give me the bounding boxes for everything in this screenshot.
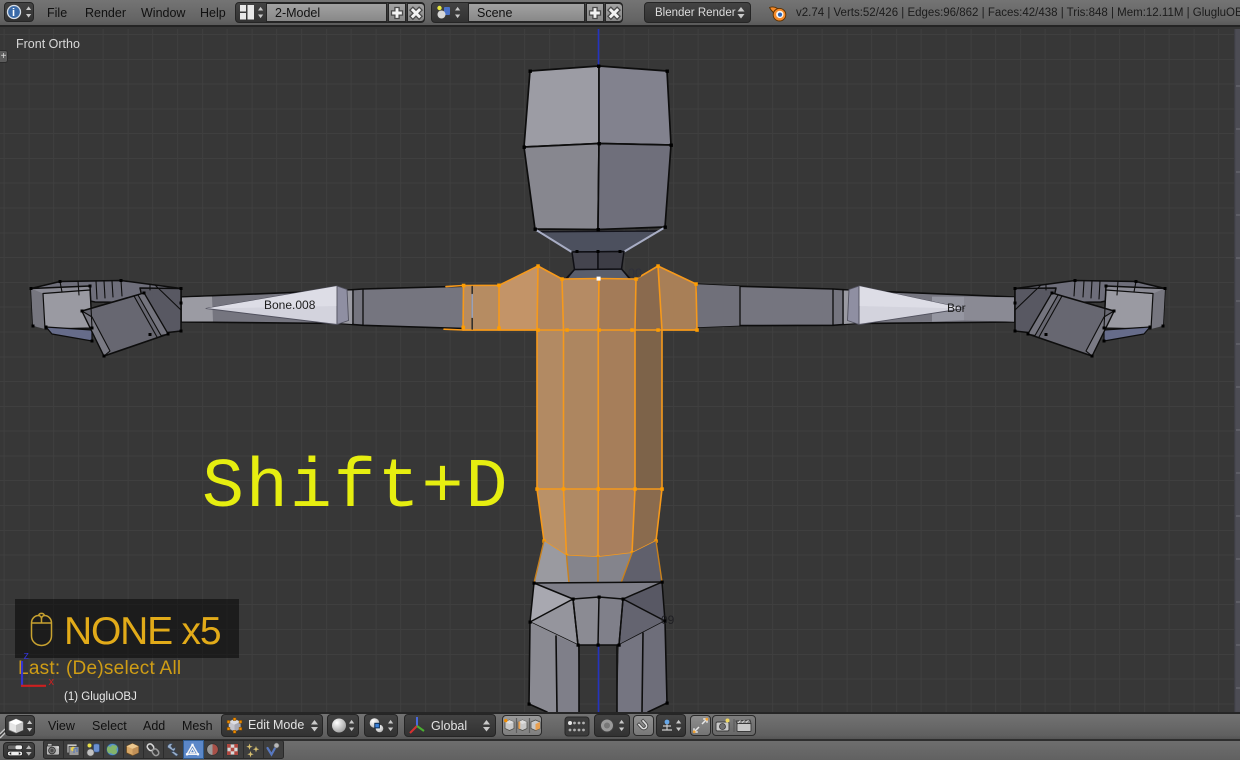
svg-text:00: 00 (628, 267, 642, 281)
svg-text:Bone.008: Bone.008 (264, 298, 316, 312)
svg-text:i: i (12, 7, 15, 19)
svg-text:09: 09 (661, 613, 675, 627)
svg-text:z: z (24, 650, 30, 662)
svg-text:Bor: Bor (947, 301, 966, 315)
svg-text:x: x (49, 676, 55, 688)
